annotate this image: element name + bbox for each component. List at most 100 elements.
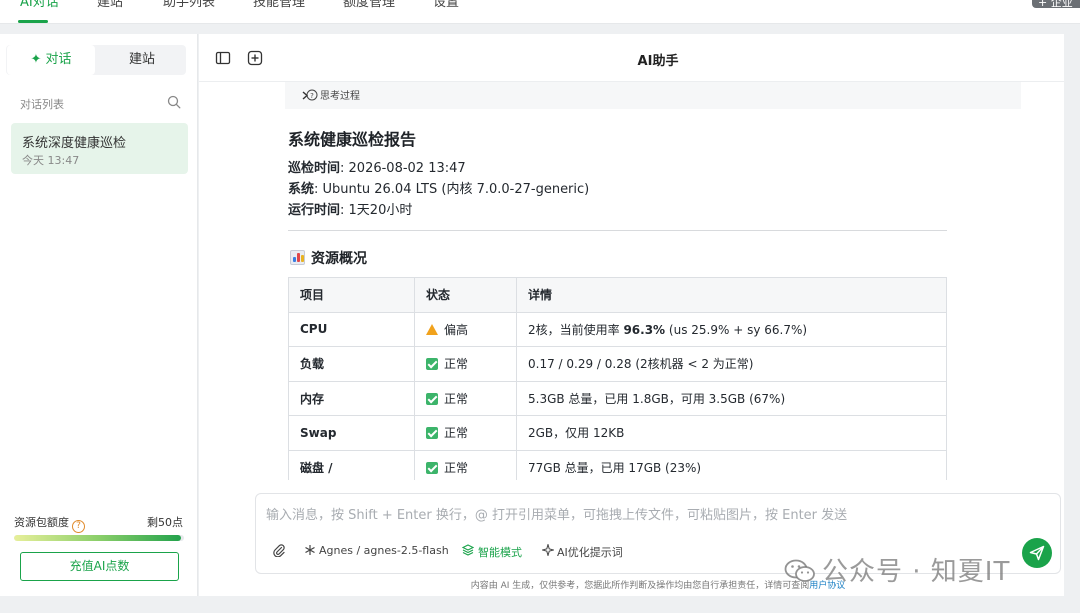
meta-key: 运行时间: [288, 203, 341, 218]
model-icon: [305, 545, 315, 555]
active-tab-underline: [18, 20, 48, 23]
cell-detail: 5.3GB 总量，已用 1.8GB，可用 3.5GB (67%): [516, 380, 947, 416]
meta-inspection-time: 巡检时间: 2026-08-02 13:47: [288, 157, 466, 176]
cell-item: 内存: [288, 380, 415, 416]
scroll-clip: [199, 480, 1064, 492]
meta-value: : Ubuntu 26.04 LTS (内核 7.0.0-27-generic): [314, 182, 590, 197]
check-icon: [426, 358, 438, 371]
chat-header: AI助手: [199, 34, 1064, 82]
detail-text: 77GB 总量，已用 17GB (23%): [528, 460, 702, 475]
model-selector[interactable]: Agnes / agnes-2.5-flash: [319, 544, 449, 557]
segment-chat[interactable]: ✦ 对话: [7, 45, 95, 75]
report-title: 系统健康巡检报告: [288, 130, 417, 149]
attachment-icon[interactable]: [272, 543, 286, 557]
cell-status: 正常: [414, 380, 517, 416]
segment-build[interactable]: 建站: [98, 45, 186, 75]
check-icon: [426, 427, 438, 440]
detail-text: (us 25.9% + sy 66.7%): [665, 322, 808, 337]
column-header: 详情: [516, 277, 947, 313]
segment-chat-label: 对话: [45, 52, 72, 67]
cell-status: 正常: [414, 346, 517, 382]
warning-icon: [426, 323, 438, 335]
tab-build-site[interactable]: 建站: [97, 0, 123, 10]
cell-status: 偏高: [414, 311, 517, 347]
meta-system: 系统: Ubuntu 26.04 LTS (内核 7.0.0-27-generi…: [288, 178, 589, 197]
resource-table: 项目 状态 详情 CPU 偏高 2核，当前使用率 96.3% (us 25.9% +…: [288, 277, 947, 485]
check-icon: [426, 392, 438, 405]
recharge-button[interactable]: 充值AI点数: [20, 552, 179, 581]
conversation-list-title: 对话列表: [20, 98, 64, 111]
send-button[interactable]: [1022, 538, 1052, 568]
tab-settings[interactable]: 设置: [433, 0, 459, 10]
detail-text: 2GB，仅用 12KB: [528, 426, 625, 441]
smart-mode-toggle[interactable]: 智能模式: [478, 544, 522, 560]
status-text: 正常: [444, 426, 469, 441]
bar-chart-icon: [290, 250, 305, 265]
search-icon[interactable]: [167, 95, 181, 109]
table-header-row: 项目 状态 详情: [288, 277, 947, 313]
sparkle-icon: [542, 544, 554, 556]
message-input[interactable]: 输入消息，按 Shift + Enter 换行，@ 打开引用菜单，可拖拽上传文件…: [266, 504, 847, 523]
question-circle-icon: ?: [306, 89, 318, 101]
mode-switch: ✦ 对话 建站: [6, 45, 186, 75]
meta-key: 系统: [288, 182, 315, 197]
quota-progress-fill: [14, 535, 181, 541]
disclaimer-text: 内容由 AI 生成，仅供参考，您据此所作判断及操作均由您自行承担责任，详情可查阅: [470, 581, 810, 591]
status-text: 正常: [444, 391, 469, 406]
sparkle-icon: ✦: [30, 52, 42, 67]
quota-remaining: 剩50点: [147, 516, 183, 529]
conversation-item[interactable]: 系统深度健康巡检 今天 13:47: [11, 123, 188, 174]
table-row: 负载 正常 0.17 / 0.29 / 0.28 (2核机器 < 2 为正常): [288, 346, 947, 382]
cell-item: 负载: [288, 346, 415, 382]
cell-detail: 2GB，仅用 12KB: [516, 415, 947, 451]
meta-value: : 1天20小时: [340, 203, 413, 218]
send-icon: [1029, 545, 1045, 561]
chat-panel: AI助手 ? 思考过程 系统健康巡检报告 巡检时间: 2026-08-02 13…: [199, 34, 1064, 596]
status-text: 正常: [444, 460, 469, 475]
detail-text: 5.3GB 总量，已用 1.8GB，可用 3.5GB (67%): [528, 391, 786, 406]
section-title: 资源概况: [290, 248, 367, 268]
cell-item: Swap: [288, 415, 415, 451]
layers-icon: [462, 544, 474, 556]
quota-label: 资源包额度?: [14, 514, 85, 533]
quota-label-text: 资源包额度: [14, 516, 69, 529]
column-header: 项目: [288, 277, 415, 313]
wechat-logo-icon: [784, 559, 815, 582]
help-icon[interactable]: ?: [72, 520, 85, 533]
watermark-text: 公众号 · 知夏IT: [822, 557, 1011, 587]
cell-status: 正常: [414, 415, 517, 451]
cell-item: CPU: [288, 311, 415, 347]
conversation-title: 系统深度健康巡检: [22, 136, 127, 151]
meta-uptime: 运行时间: 1天20小时: [288, 199, 412, 218]
table-row: 内存 正常 5.3GB 总量，已用 1.8GB，可用 3.5GB (67%): [288, 380, 947, 416]
chat-title: AI助手: [637, 54, 679, 69]
status-text: 正常: [444, 357, 469, 372]
corner-button[interactable]: + 企业: [1032, 0, 1080, 8]
meta-key: 巡检时间: [288, 161, 341, 176]
sidebar: ✦ 对话 建站 对话列表 系统深度健康巡检 今天 13:47 资源包额度? 剩5…: [0, 34, 198, 596]
top-nav: AI对话 建站 助手列表 技能管理 额度管理 设置 + 企业: [0, 0, 1080, 24]
cell-detail: 0.17 / 0.29 / 0.28 (2核机器 < 2 为正常): [516, 346, 947, 382]
section-title-text: 资源概况: [311, 251, 367, 267]
column-header: 状态: [414, 277, 517, 313]
tab-ai-chat[interactable]: AI对话: [20, 0, 59, 10]
watermark: 公众号 · 知夏IT: [784, 551, 1010, 588]
optimize-prompt-button[interactable]: AI优化提示词: [557, 544, 623, 560]
divider: [288, 230, 947, 231]
table-row: Swap 正常 2GB，仅用 12KB: [288, 415, 947, 451]
status-text: 偏高: [444, 322, 469, 337]
svg-text:?: ?: [310, 92, 314, 100]
check-icon: [426, 461, 438, 474]
tab-assistant-list[interactable]: 助手列表: [163, 0, 215, 10]
thinking-process-label: 思考过程: [320, 91, 360, 102]
table-row: CPU 偏高 2核，当前使用率 96.3% (us 25.9% + sy 66.7%…: [288, 311, 947, 347]
thinking-process-toggle[interactable]: ? 思考过程: [285, 82, 1021, 109]
quota-progress-bar: [14, 535, 184, 541]
tab-quota-management[interactable]: 额度管理: [343, 0, 395, 10]
detail-text: 2核，当前使用率: [528, 322, 624, 337]
meta-value: : 2026-08-02 13:47: [340, 161, 466, 176]
detail-highlight: 96.3%: [623, 322, 666, 337]
detail-text: 0.17 / 0.29 / 0.28 (2核机器 < 2 为正常): [528, 357, 754, 372]
cell-detail: 2核，当前使用率 96.3% (us 25.9% + sy 66.7%): [516, 311, 947, 347]
tab-skill-management[interactable]: 技能管理: [253, 0, 305, 10]
